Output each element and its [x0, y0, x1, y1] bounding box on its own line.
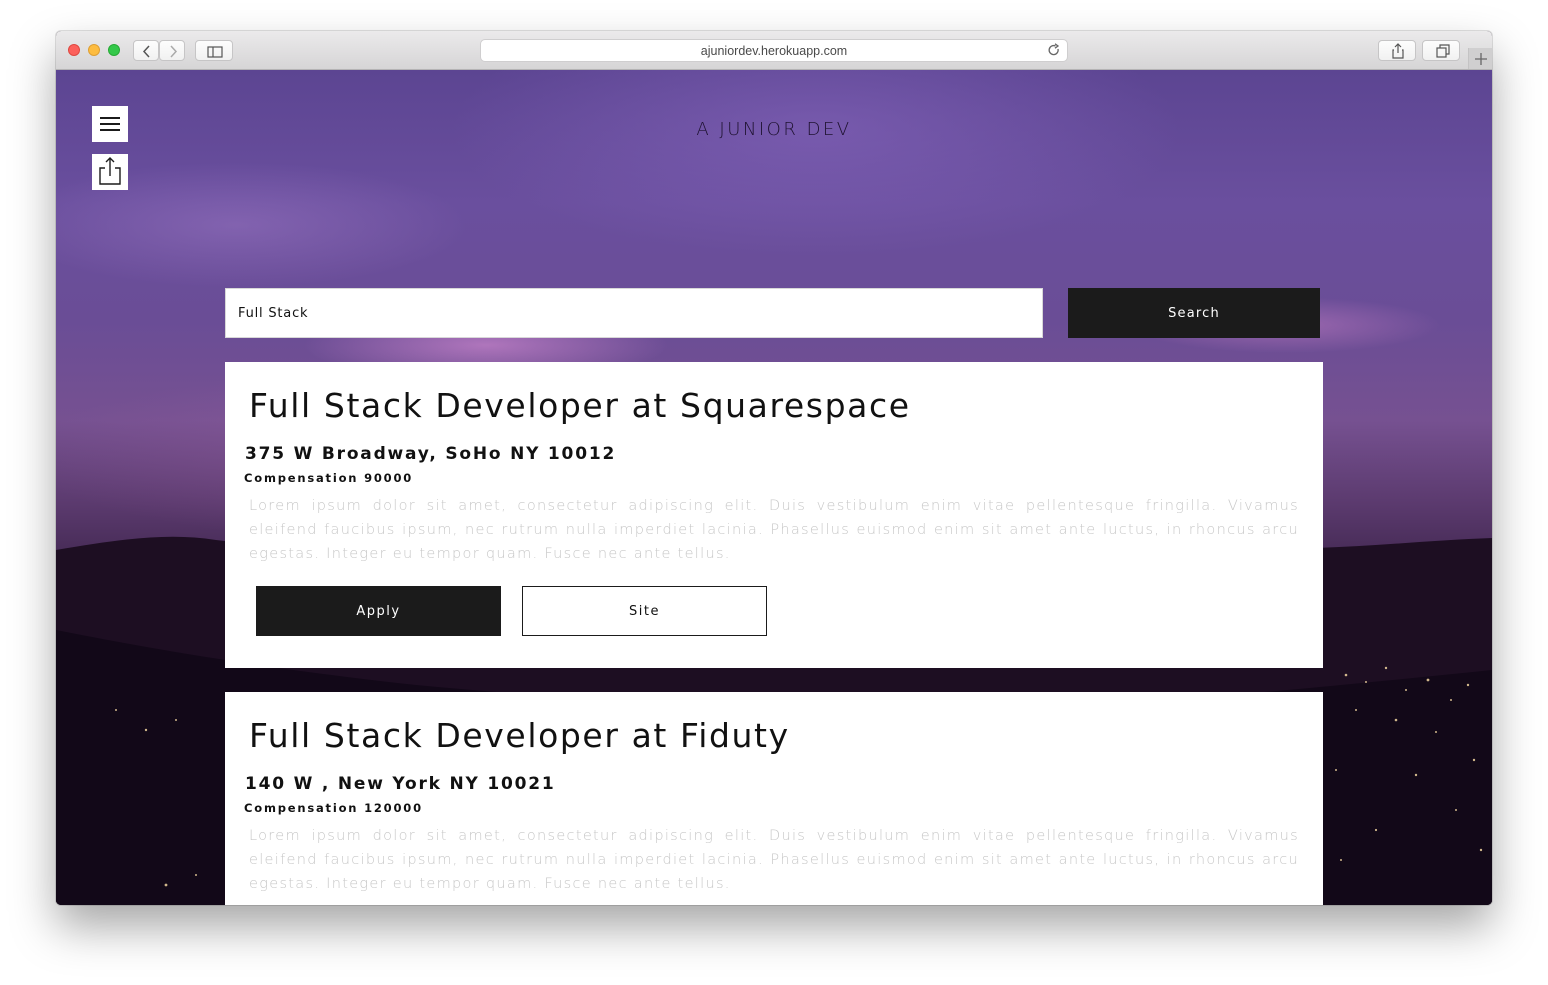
browser-toolbar: ajuniordev.herokuapp.com — [56, 31, 1492, 70]
search-button[interactable]: Search — [1068, 288, 1320, 338]
job-address: 375 W Broadway, SoHo NY 10012 — [245, 444, 617, 464]
share-button[interactable] — [1378, 40, 1416, 61]
tabs-icon — [1436, 44, 1450, 58]
new-tab-button[interactable] — [1468, 48, 1492, 69]
zoom-window-button[interactable] — [108, 44, 120, 56]
job-compensation: Compensation 90000 — [244, 471, 414, 485]
job-card: Full Stack Developer at Squarespace 375 … — [225, 362, 1323, 668]
job-title: Full Stack Developer at Fiduty — [249, 716, 790, 755]
chevron-right-icon — [170, 45, 178, 58]
forward-button[interactable] — [159, 40, 185, 61]
job-description: Lorem ipsum dolor sit amet, consectetur … — [249, 498, 1299, 562]
address-bar[interactable]: ajuniordev.herokuapp.com — [480, 39, 1068, 62]
job-title: Full Stack Developer at Squarespace — [249, 386, 911, 425]
share-icon — [99, 157, 121, 185]
browser-window: ajuniordev.herokuapp.com A JUNIOR DEV Fu… — [56, 31, 1492, 905]
job-compensation: Compensation 120000 — [244, 801, 423, 815]
job-address: 140 W , New York NY 10021 — [245, 774, 556, 794]
reload-icon[interactable] — [1047, 43, 1061, 57]
page-viewport: A JUNIOR DEV Search Full Stack Developer… — [56, 70, 1492, 905]
job-description: Lorem ipsum dolor sit amet, consectetur … — [249, 828, 1299, 892]
site-button[interactable]: Site — [522, 586, 767, 636]
tabs-overview-button[interactable] — [1422, 40, 1460, 61]
share-page-button[interactable] — [92, 154, 128, 190]
minimize-window-button[interactable] — [88, 44, 100, 56]
chevron-left-icon — [142, 45, 150, 58]
job-card: Full Stack Developer at Fiduty 140 W , N… — [225, 692, 1323, 905]
site-title: A JUNIOR DEV — [696, 119, 852, 140]
sidebar-icon — [207, 46, 223, 58]
url-text: ajuniordev.herokuapp.com — [700, 44, 848, 58]
apply-button[interactable]: Apply — [256, 586, 501, 636]
search-input[interactable] — [225, 288, 1043, 338]
sidebar-toggle-button[interactable] — [195, 40, 233, 61]
back-button[interactable] — [133, 40, 159, 61]
close-window-button[interactable] — [68, 44, 80, 56]
plus-icon — [1475, 53, 1487, 65]
share-icon — [1392, 43, 1404, 59]
